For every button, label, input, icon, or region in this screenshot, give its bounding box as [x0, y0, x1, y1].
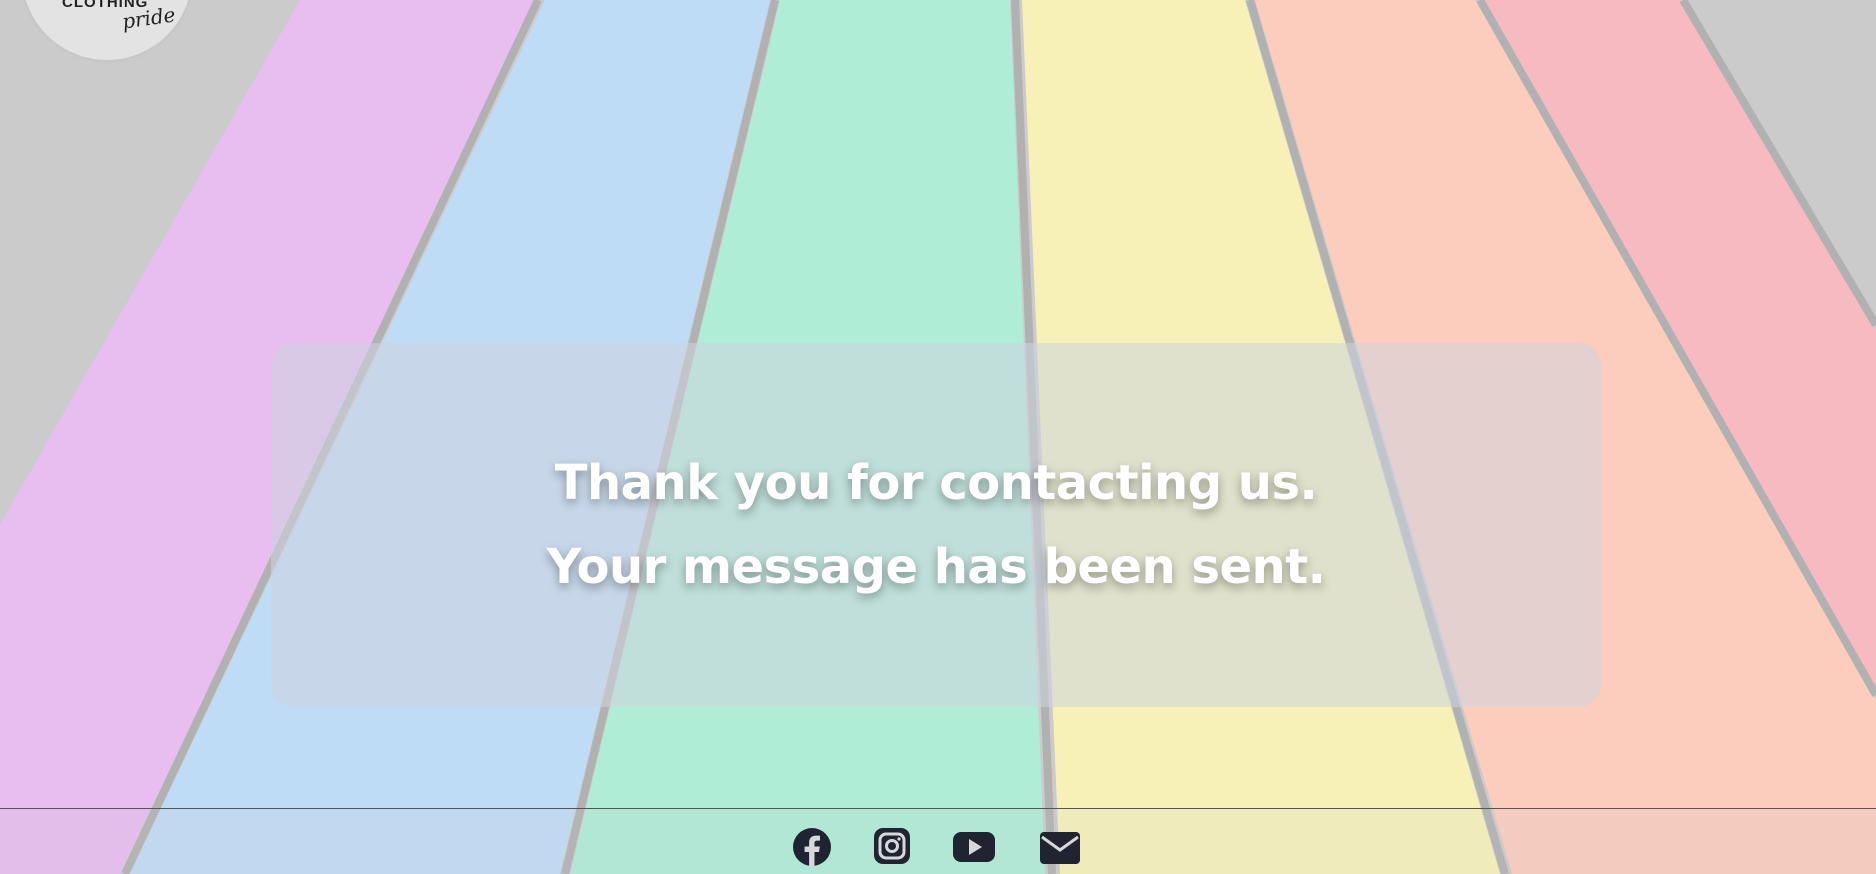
instagram-link[interactable]: [873, 827, 911, 869]
thank-you-heading: Thank you for contacting us.: [554, 455, 1318, 511]
facebook-link[interactable]: [792, 827, 832, 869]
youtube-icon: [953, 832, 995, 862]
footer: [0, 808, 1876, 874]
email-icon: [1040, 832, 1080, 864]
confirmation-panel: Thank you for contacting us. Your messag…: [271, 343, 1601, 707]
social-links: [0, 827, 1876, 869]
facebook-icon: [793, 828, 831, 867]
instagram-icon: [874, 828, 910, 864]
email-link[interactable]: [1039, 827, 1081, 869]
message-sent-heading: Your message has been sent.: [546, 539, 1326, 595]
page: CLOTHING pride Thank you for contacting …: [0, 0, 1876, 874]
youtube-link[interactable]: [952, 827, 996, 869]
